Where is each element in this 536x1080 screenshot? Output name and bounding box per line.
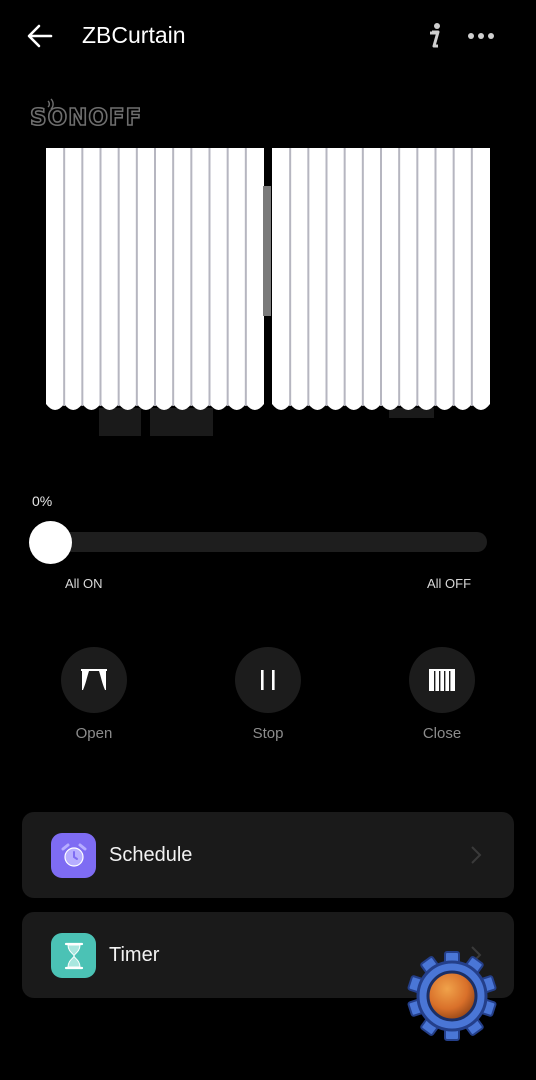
open-button[interactable]	[61, 647, 127, 713]
all-off-label: All OFF	[427, 576, 472, 591]
schedule-icon-tile	[51, 833, 96, 878]
arrow-left-icon	[27, 24, 53, 48]
more-button[interactable]	[462, 18, 500, 54]
slider-knob[interactable]	[29, 521, 72, 564]
curtain-illustration	[46, 148, 490, 436]
info-icon	[430, 23, 440, 48]
gear-icon[interactable]	[404, 948, 500, 1044]
alarm-clock-icon	[61, 843, 86, 867]
close-label: Close	[422, 725, 462, 742]
stop-label: Stop	[252, 725, 284, 742]
logo-text: SONOFF	[30, 105, 140, 131]
open-label: Open	[75, 725, 113, 742]
schedule-card[interactable]: Schedule	[22, 812, 514, 898]
slider-track[interactable]	[29, 532, 487, 552]
timer-label: Timer	[109, 944, 160, 966]
info-button[interactable]	[420, 18, 448, 54]
curtain-closed-icon	[429, 669, 455, 691]
shadow-block	[99, 408, 141, 436]
close-button[interactable]	[409, 647, 475, 713]
curtain-open-icon	[81, 669, 107, 690]
timer-icon-tile	[51, 933, 96, 978]
position-slider[interactable]	[29, 521, 487, 565]
all-on-label: All ON	[65, 576, 103, 591]
stop-button[interactable]	[235, 647, 301, 713]
curtain-left-panel	[46, 148, 264, 410]
pause-icon	[261, 670, 275, 690]
hourglass-icon	[64, 942, 83, 969]
schedule-label: Schedule	[109, 844, 193, 866]
curtain-right-panel	[272, 148, 490, 410]
page-title: ZBCurtain	[82, 22, 186, 48]
back-button[interactable]	[26, 18, 66, 54]
position-percent-label: 0%	[32, 493, 53, 509]
more-horizontal-icon	[468, 33, 494, 39]
sonoff-logo: SONOFF	[30, 98, 140, 131]
shadow-block	[150, 408, 213, 436]
curtain-gap	[263, 186, 271, 316]
chevron-right-icon	[471, 846, 482, 864]
